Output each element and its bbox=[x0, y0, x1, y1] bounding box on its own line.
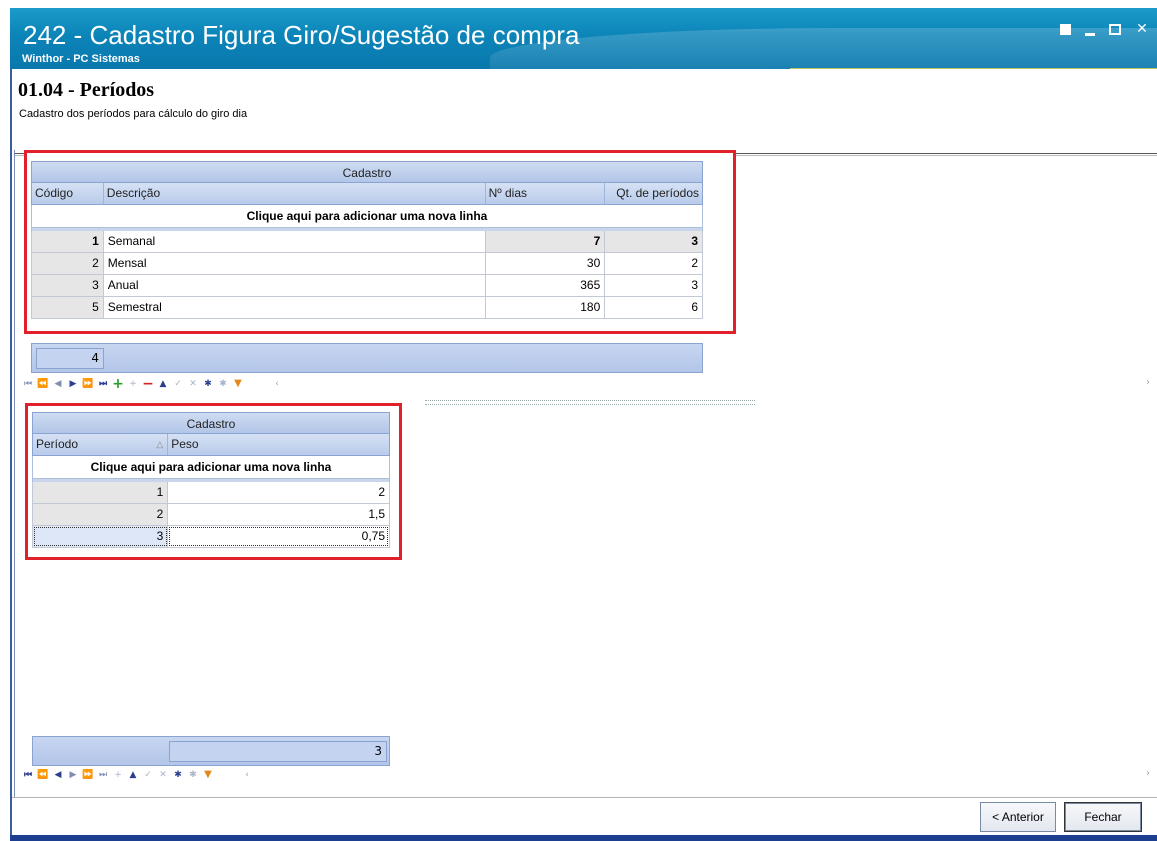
nav-last-icon[interactable]: ⏭ bbox=[97, 768, 109, 782]
grid1-footer: 4 bbox=[31, 343, 703, 373]
nav-post-icon[interactable]: ✓ bbox=[172, 377, 184, 391]
page-description: Cadastro dos períodos para cálculo do gi… bbox=[19, 108, 248, 120]
nav-append-icon[interactable]: + bbox=[112, 768, 124, 782]
nav-first-icon[interactable]: ⏮ bbox=[22, 768, 34, 782]
nav-prev-page-icon[interactable]: ⏪ bbox=[37, 377, 49, 391]
panel-splitter[interactable] bbox=[425, 400, 755, 405]
grid2-navigator: ⏮ ⏪ ◀ ▶ ⏩ ⏭ + ▲ ✓ ✕ ✱ ✱ ▼ ‹ bbox=[22, 766, 253, 784]
nav-append-icon[interactable]: + bbox=[127, 377, 139, 391]
nav-filter-icon[interactable]: ▼ bbox=[232, 377, 244, 391]
nav-delete-icon[interactable]: − bbox=[142, 377, 154, 391]
close-icon[interactable]: ✕ bbox=[1135, 22, 1149, 36]
window-subtitle: Winthor - PC Sistemas bbox=[22, 53, 140, 65]
grid2-left-edge bbox=[14, 408, 15, 798]
nav-refresh-icon[interactable]: ✱ bbox=[172, 768, 184, 782]
nav-post-icon[interactable]: ✓ bbox=[142, 768, 154, 782]
nav-next-page-icon[interactable]: ⏩ bbox=[82, 768, 94, 782]
nav-bookmark-icon[interactable]: ✱ bbox=[217, 377, 229, 391]
step-number: 01.04 bbox=[18, 79, 63, 101]
highlight-box-grid2 bbox=[25, 403, 402, 560]
nav-prev-icon[interactable]: ◀ bbox=[52, 377, 64, 391]
window-controls: ✕ bbox=[1060, 22, 1149, 36]
nav-cancel-icon[interactable]: ✕ bbox=[187, 377, 199, 391]
nav-filter-icon[interactable]: ▼ bbox=[202, 768, 214, 782]
section-separator bbox=[735, 153, 1157, 156]
nav-bookmark-icon[interactable]: ✱ bbox=[187, 768, 199, 782]
step-title-text: - Períodos bbox=[63, 79, 155, 101]
fechar-button[interactable]: Fechar bbox=[1064, 802, 1142, 832]
nav-next-icon[interactable]: ▶ bbox=[67, 768, 79, 782]
window-title: 242 - Cadastro Figura Giro/Sugestão de c… bbox=[23, 20, 580, 50]
maximize-icon[interactable] bbox=[1109, 24, 1121, 35]
scroll-right-icon[interactable]: › bbox=[1146, 377, 1150, 388]
restore-icon[interactable] bbox=[1060, 24, 1071, 35]
highlight-box-grid1 bbox=[24, 150, 736, 334]
nav-cancel-icon[interactable]: ✕ bbox=[157, 768, 169, 782]
grid2-row-count: 3 bbox=[169, 741, 387, 762]
grid2-footer: 3 bbox=[32, 736, 390, 766]
window-bottom-border bbox=[10, 835, 1157, 841]
nav-next-icon[interactable]: ▶ bbox=[67, 377, 79, 391]
title-bar-decoration bbox=[490, 28, 1157, 69]
nav-first-icon[interactable]: ⏮ bbox=[22, 377, 34, 391]
nav-last-icon[interactable]: ⏭ bbox=[97, 377, 109, 391]
grid1-navigator: ⏮ ⏪ ◀ ▶ ⏩ ⏭ + + − ▲ ✓ ✕ ✱ ✱ ▼ ‹ bbox=[22, 375, 283, 393]
scroll-left-icon[interactable]: ‹ bbox=[271, 377, 283, 391]
nav-next-page-icon[interactable]: ⏩ bbox=[82, 377, 94, 391]
footer-separator bbox=[12, 797, 1157, 798]
nav-insert-icon[interactable]: + bbox=[112, 377, 124, 391]
window-left-border bbox=[10, 69, 12, 841]
nav-edit-icon[interactable]: ▲ bbox=[157, 377, 169, 391]
anterior-button[interactable]: < Anterior bbox=[980, 802, 1056, 832]
title-bar: 242 - Cadastro Figura Giro/Sugestão de c… bbox=[10, 8, 1157, 69]
nav-refresh-icon[interactable]: ✱ bbox=[202, 377, 214, 391]
nav-edit-icon[interactable]: ▲ bbox=[127, 768, 139, 782]
grid1-row-count: 4 bbox=[36, 348, 104, 369]
scroll-right-icon[interactable]: › bbox=[1146, 768, 1150, 779]
scroll-left-icon[interactable]: ‹ bbox=[241, 768, 253, 782]
nav-prev-page-icon[interactable]: ⏪ bbox=[37, 768, 49, 782]
nav-prev-icon[interactable]: ◀ bbox=[52, 768, 64, 782]
minimize-icon[interactable] bbox=[1085, 33, 1095, 36]
title-bar-accent-line bbox=[790, 68, 1157, 69]
page-title: 01.04 - Períodos bbox=[18, 79, 154, 102]
